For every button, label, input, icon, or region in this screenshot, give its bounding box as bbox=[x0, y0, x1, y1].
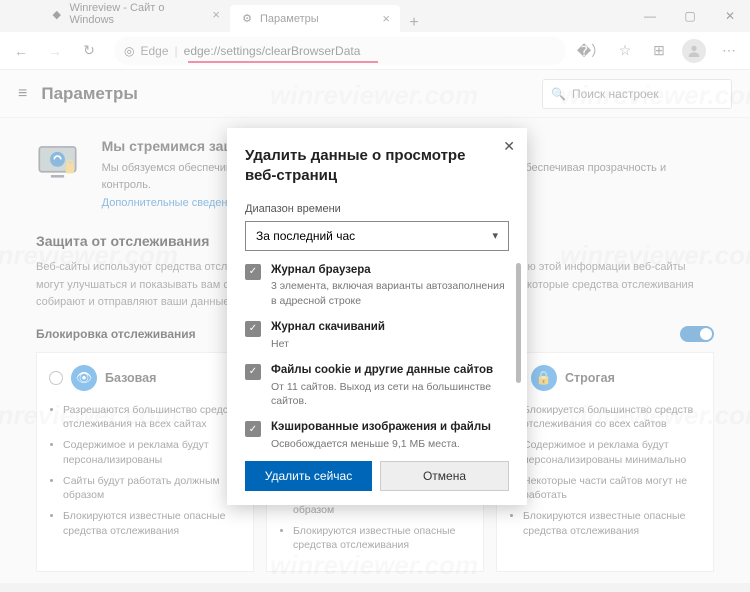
dialog-close-button[interactable]: ✕ bbox=[503, 138, 515, 155]
time-range-select[interactable]: За последний час ▾ bbox=[245, 221, 509, 251]
clear-now-button[interactable]: Удалить сейчас bbox=[245, 461, 372, 491]
checkbox-row-cookies[interactable]: ✓ Файлы cookie и другие данные сайтов От… bbox=[245, 363, 509, 408]
cancel-button[interactable]: Отмена bbox=[380, 461, 509, 491]
checkbox-row-history[interactable]: ✓ Журнал браузера 3 элемента, включая ва… bbox=[245, 263, 509, 308]
checkbox-label: Кэшированные изображения и файлы bbox=[271, 420, 509, 435]
checkbox-sublabel: Нет bbox=[271, 337, 385, 351]
checkbox-icon[interactable]: ✓ bbox=[245, 321, 261, 337]
time-range-label: Диапазон времени bbox=[245, 203, 523, 215]
dialog-title: Удалить данные о просмотре веб-страниц bbox=[245, 146, 523, 187]
checkbox-row-downloads[interactable]: ✓ Журнал скачиваний Нет bbox=[245, 320, 509, 351]
dialog-scroll-area: ✓ Журнал браузера 3 элемента, включая ва… bbox=[245, 263, 523, 453]
checkbox-icon[interactable]: ✓ bbox=[245, 421, 261, 437]
checkbox-icon[interactable]: ✓ bbox=[245, 264, 261, 280]
checkbox-label: Журнал браузера bbox=[271, 263, 509, 278]
time-range-value: За последний час bbox=[256, 229, 355, 243]
checkbox-label: Журнал скачиваний bbox=[271, 320, 385, 335]
checkbox-sublabel: 3 элемента, включая варианты автозаполне… bbox=[271, 279, 509, 307]
checkbox-label: Файлы cookie и другие данные сайтов bbox=[271, 363, 509, 378]
checkbox-sublabel: Освобождается меньше 9,1 МБ места. Некот… bbox=[271, 437, 509, 452]
checkbox-row-cache[interactable]: ✓ Кэшированные изображения и файлы Освоб… bbox=[245, 420, 509, 452]
chevron-down-icon: ▾ bbox=[492, 229, 498, 242]
clear-browsing-data-dialog: ✕ Удалить данные о просмотре веб-страниц… bbox=[227, 128, 527, 505]
checkbox-icon[interactable]: ✓ bbox=[245, 364, 261, 380]
checkbox-sublabel: От 11 сайтов. Выход из сети на большинст… bbox=[271, 380, 509, 408]
scrollbar[interactable] bbox=[516, 263, 521, 383]
